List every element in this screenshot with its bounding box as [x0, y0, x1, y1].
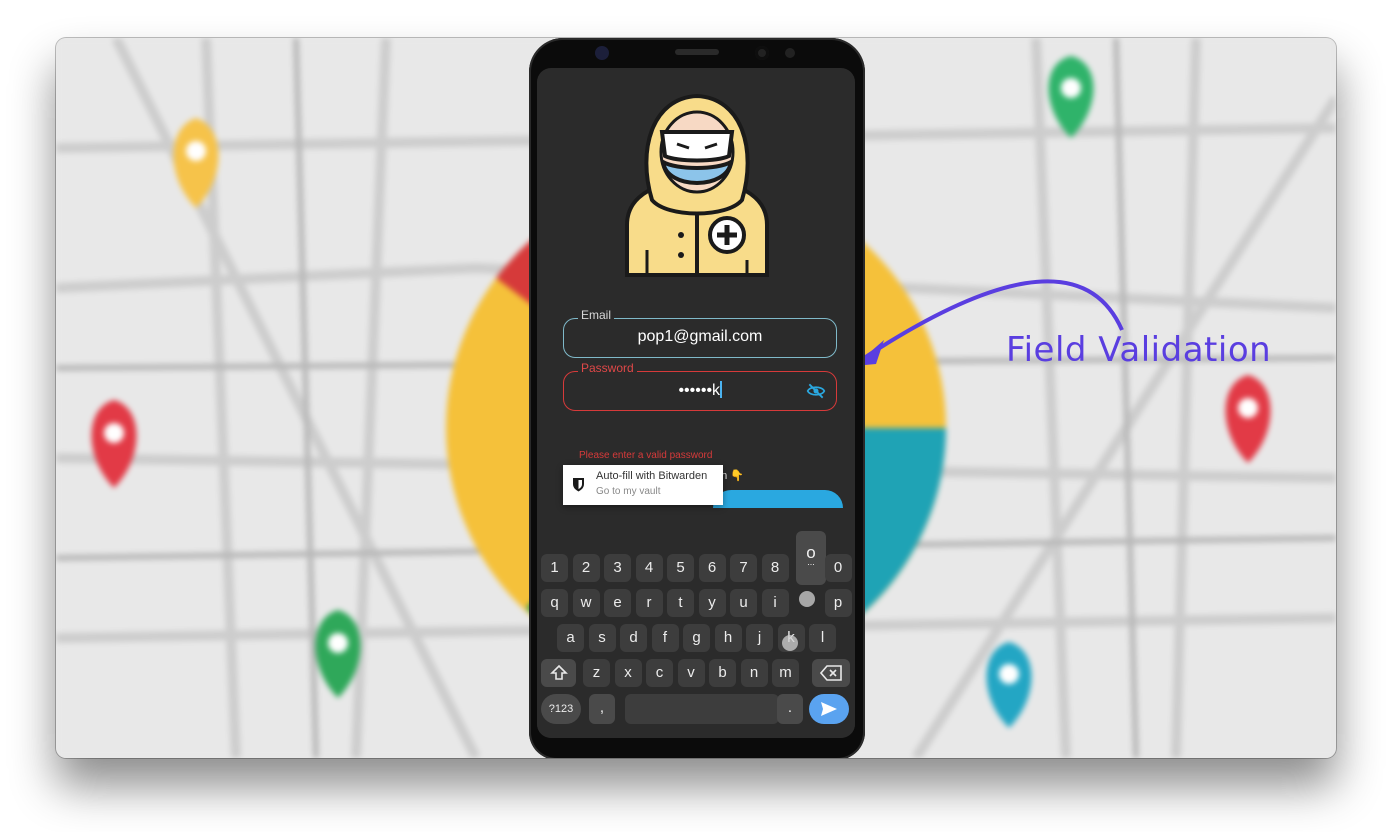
- letter-row-3: z x c v b n m: [537, 659, 855, 687]
- front-sensor: [595, 46, 609, 60]
- autofill-title: Auto-fill with Bitwarden: [596, 470, 708, 482]
- key-p[interactable]: p: [824, 589, 852, 617]
- period-key[interactable]: .: [777, 694, 803, 724]
- key-6[interactable]: 6: [698, 554, 726, 582]
- letter-row-2: a s d f g h j k l: [537, 624, 855, 652]
- bitwarden-autofill-suggestion[interactable]: Auto-fill with Bitwarden Go to my vault: [563, 465, 723, 505]
- key-v[interactable]: v: [677, 659, 705, 687]
- space-bar[interactable]: [625, 694, 779, 724]
- email-value: pop1@gmail.com: [637, 328, 763, 345]
- key-q[interactable]: q: [541, 589, 568, 617]
- soft-keyboard: o ... 1 2 3 4 5 6 7 8 0 q w e r t y u i …: [537, 528, 855, 738]
- key-j[interactable]: j: [746, 624, 773, 652]
- key-0[interactable]: 0: [824, 554, 852, 582]
- key-g[interactable]: g: [683, 624, 710, 652]
- key-t[interactable]: t: [667, 589, 694, 617]
- key-4[interactable]: 4: [635, 554, 663, 582]
- key-8[interactable]: 8: [761, 554, 789, 582]
- bottom-key-row: ?123 , .: [537, 694, 855, 726]
- password-value-container: ••••••k: [564, 381, 836, 400]
- key-f[interactable]: f: [651, 624, 679, 652]
- login-button[interactable]: [713, 490, 843, 508]
- key-r[interactable]: r: [635, 589, 663, 617]
- email-label: Email: [578, 308, 615, 322]
- backspace-key[interactable]: [812, 659, 850, 687]
- key-y[interactable]: y: [698, 589, 726, 617]
- key-3[interactable]: 3: [604, 554, 631, 582]
- proximity-sensor: [785, 48, 795, 58]
- earpiece-speaker: [675, 49, 719, 55]
- front-camera: [755, 46, 769, 60]
- password-label: Password: [578, 361, 637, 375]
- key-m[interactable]: m: [772, 659, 799, 687]
- touch-indicator: [782, 635, 798, 651]
- send-icon: [821, 702, 837, 716]
- key-d[interactable]: d: [620, 624, 647, 652]
- bitwarden-shield-icon: [573, 478, 584, 492]
- key-w[interactable]: w: [572, 589, 600, 617]
- backspace-icon: [819, 665, 842, 681]
- key-s[interactable]: s: [588, 624, 616, 652]
- touch-indicator: [799, 591, 815, 607]
- key-n[interactable]: n: [740, 659, 768, 687]
- number-row: 1 2 3 4 5 6 7 8 0: [537, 554, 855, 582]
- key-5[interactable]: 5: [667, 554, 694, 582]
- key-b[interactable]: b: [709, 659, 736, 687]
- field-validation-caption: Field Validation: [1006, 330, 1272, 370]
- key-z[interactable]: z: [583, 659, 610, 687]
- key-7[interactable]: 7: [730, 554, 757, 582]
- presentation-window: Field Validation Email pop1@gmail.com Pa…: [56, 38, 1336, 758]
- autofill-subtitle: Go to my vault: [596, 486, 661, 497]
- phone-frame: Email pop1@gmail.com Password ••••••k Pl…: [529, 38, 865, 758]
- password-value: ••••••k: [678, 382, 721, 399]
- text-caret: [720, 381, 722, 398]
- key-a[interactable]: a: [557, 624, 584, 652]
- send-key[interactable]: [809, 694, 849, 724]
- comma-key[interactable]: ,: [589, 694, 615, 724]
- key-c[interactable]: c: [646, 659, 673, 687]
- password-error-message: Please enter a valid password: [579, 450, 713, 461]
- key-1[interactable]: 1: [541, 554, 568, 582]
- key-x[interactable]: x: [614, 659, 642, 687]
- key-e[interactable]: e: [604, 589, 631, 617]
- symbols-key[interactable]: ?123: [541, 694, 581, 724]
- key-2[interactable]: 2: [572, 554, 600, 582]
- shift-key[interactable]: [541, 659, 576, 687]
- password-field[interactable]: Password ••••••k: [563, 361, 837, 411]
- email-field[interactable]: Email pop1@gmail.com: [563, 308, 837, 358]
- shift-icon: [549, 664, 568, 680]
- key-u[interactable]: u: [730, 589, 757, 617]
- key-h[interactable]: h: [714, 624, 742, 652]
- app-screen: Email pop1@gmail.com Password ••••••k Pl…: [537, 68, 855, 738]
- hazmat-avatar-icon: [625, 93, 769, 277]
- eye-off-icon[interactable]: [806, 381, 826, 401]
- key-l[interactable]: l: [809, 624, 836, 652]
- key-i[interactable]: i: [761, 589, 789, 617]
